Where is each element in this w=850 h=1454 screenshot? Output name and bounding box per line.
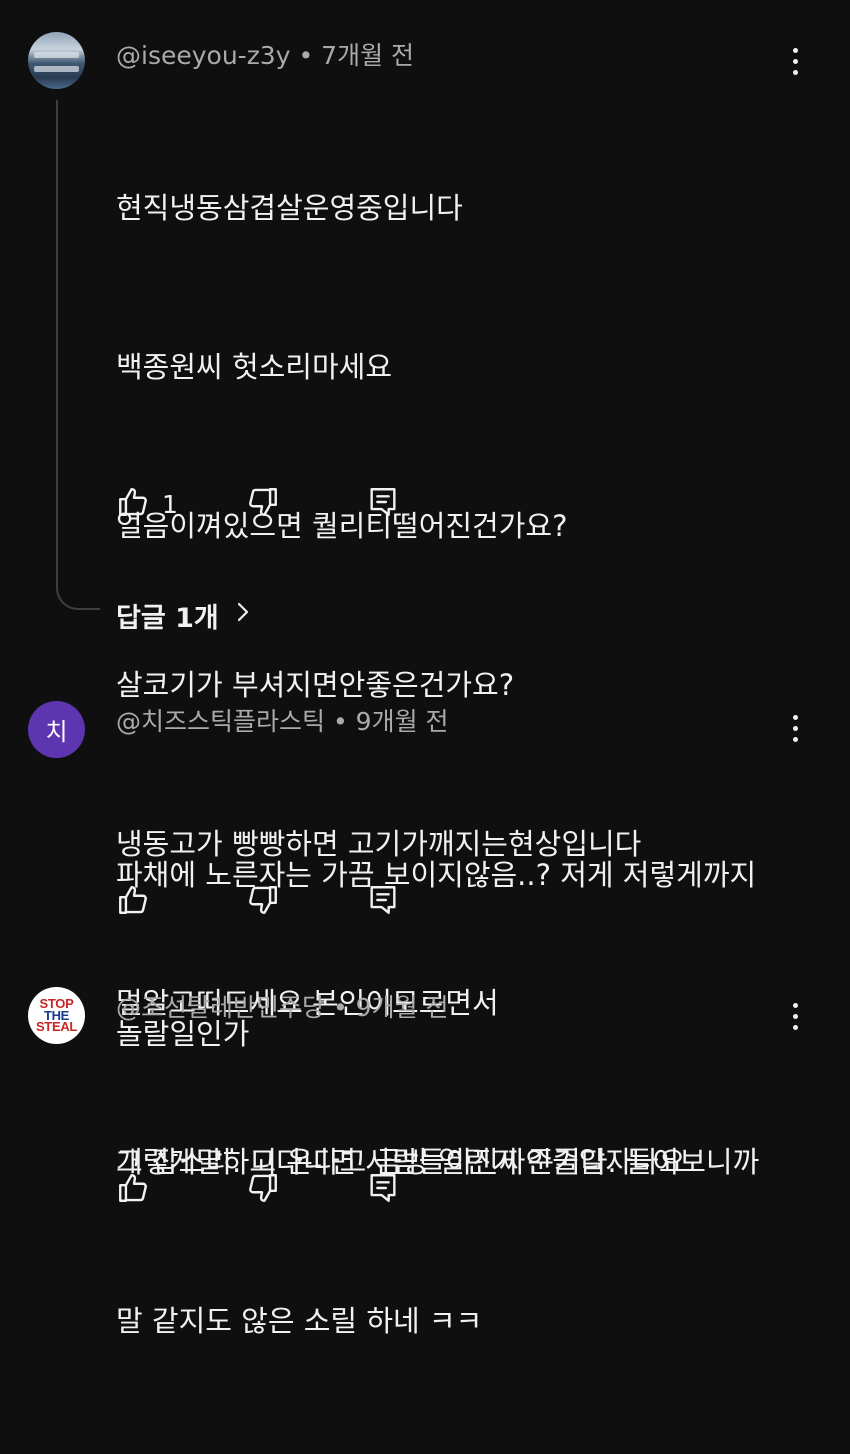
author-name[interactable]: @치즈스틱플라스틱 [116,707,325,736]
dislike-button[interactable] [246,882,280,922]
author-name[interactable]: @iseeyou-z3y [116,41,291,70]
view-replies-button[interactable]: 답글 1개 [116,596,253,635]
like-button[interactable] [116,1170,150,1210]
like-button[interactable]: 1 [116,484,178,524]
comment-meta: @iseeyou-z3y • 7개월 전 [116,36,414,72]
comment-actions [116,882,416,922]
dislike-icon [246,1171,280,1209]
like-icon [116,485,150,523]
meta-separator: • [332,707,348,736]
dislike-icon [246,883,280,921]
avatar[interactable] [28,32,85,89]
comment-text: 개 잡소리. 니 온다고 금방 열린거 준거다. 들어보니까 말 같지도 않은 … [116,1030,759,1454]
author-name[interactable]: @조선탈레반민주당 [116,993,325,1022]
reply-button[interactable] [366,1170,400,1210]
dislike-button[interactable] [246,484,280,524]
reply-button[interactable] [366,882,400,922]
dislike-button[interactable] [246,1170,280,1210]
like-button[interactable] [116,882,150,922]
avatar[interactable]: STOP THE STEAL [28,987,85,1044]
like-count: 1 [162,489,178,519]
meta-separator: • [298,41,314,70]
chevron-right-icon [233,600,253,631]
comment-actions [116,1170,416,1210]
replies-label: 답글 1개 [116,603,219,634]
comment-line: 현직냉동삼겹살운영중입니다 [116,191,463,225]
comment-actions: 1 [116,484,416,524]
reply-button[interactable] [366,484,400,524]
avatar-letter: 치 [45,718,68,746]
dislike-icon [246,485,280,523]
comment-line: 백종원씨 헛소리마세요 [116,350,393,384]
comment-time: 9개월 전 [355,993,449,1022]
more-vert-icon[interactable] [780,708,810,748]
like-icon [116,883,150,921]
comment-1: @iseeyou-z3y • 7개월 전 현직냉동삼겹살운영중입니다 백종원씨 … [0,0,850,1179]
reply-icon [366,485,400,523]
comment-time: 7개월 전 [321,41,415,70]
reply-icon [366,883,400,921]
avatar-text: STEAL [35,1019,78,1035]
comment-time: 9개월 전 [355,707,449,736]
comment-line: 말 같지도 않은 소릴 하네 ㅋㅋ [116,1304,483,1338]
more-vert-icon[interactable] [780,41,810,81]
comment-meta: @조선탈레반민주당 • 9개월 전 [116,988,449,1024]
reply-icon [366,1171,400,1209]
comment-3: STOP THE STEAL @조선탈레반민주당 • 9개월 전 개 잡소리. … [0,0,850,1338]
thread-line [56,100,100,610]
avatar[interactable]: 치 [28,701,85,758]
more-vert-icon[interactable] [780,996,810,1036]
like-icon [116,1171,150,1209]
comment-meta: @치즈스틱플라스틱 • 9개월 전 [116,702,449,738]
meta-separator: • [332,993,348,1022]
